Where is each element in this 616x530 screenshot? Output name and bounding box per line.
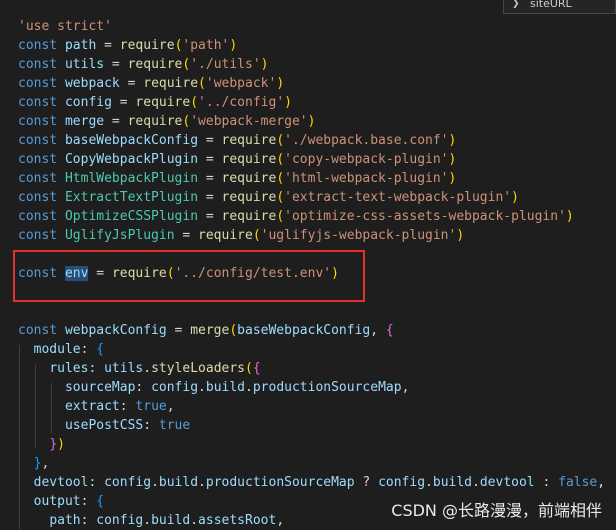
code-line: path: config.build.assetsRoot, xyxy=(49,513,285,528)
code-line: const OptimizeCSSPlugin = require('optim… xyxy=(18,209,574,224)
code-line: const merge = require('webpack-merge') xyxy=(18,114,316,129)
code-line: const UglifyJsPlugin = require('uglifyjs… xyxy=(18,228,465,243)
code-line: sourceMap: config.build.productionSource… xyxy=(64,380,410,395)
code-line: }) xyxy=(49,437,65,452)
code-line: const path = require('path') xyxy=(18,38,238,53)
code-editor[interactable]: ❯ siteURL 'use strict' const path = requ… xyxy=(0,0,616,529)
code-line: const webpackConfig = merge(baseWebpackC… xyxy=(18,323,394,338)
code-line: devtool: config.build.productionSourceMa… xyxy=(33,475,606,490)
watermark: CSDN @长路漫漫，前端相伴 xyxy=(391,501,602,520)
code-line: const webpack = require('webpack') xyxy=(18,76,285,91)
code-line: const CopyWebpackPlugin = require('copy-… xyxy=(18,152,457,167)
code-line: module: { xyxy=(33,342,105,357)
code-line: usePostCSS: true xyxy=(64,418,191,433)
find-widget[interactable]: ❯ siteURL xyxy=(503,0,616,14)
code-line: extract: true, xyxy=(64,399,175,414)
red-annotation-box xyxy=(13,250,365,302)
code-line: rules: utils.styleLoaders({ xyxy=(49,361,261,376)
code-line: const HtmlWebpackPlugin = require('html-… xyxy=(18,171,457,186)
code-line: }, xyxy=(33,456,50,471)
code-line: const config = require('../config') xyxy=(18,95,292,110)
code-line: output: { xyxy=(33,494,105,509)
code-line: const ExtractTextPlugin = require('extra… xyxy=(18,190,519,205)
code-line: 'use strict' xyxy=(18,19,112,34)
chevron-right-icon[interactable]: ❯ xyxy=(512,0,520,13)
code-line: const baseWebpackConfig = require('./web… xyxy=(18,133,457,148)
find-input-value[interactable]: siteURL xyxy=(530,0,572,10)
code-line: const utils = require('./utils') xyxy=(18,57,269,72)
